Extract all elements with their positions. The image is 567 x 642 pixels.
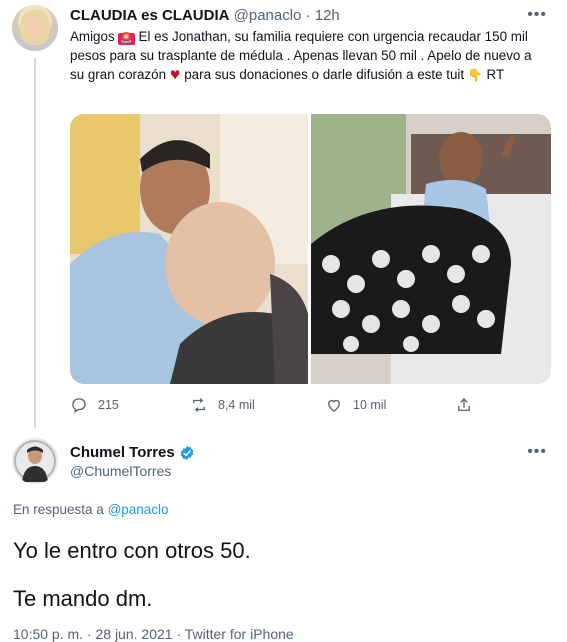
- photo-boy-in-hospital-bed-image: [311, 114, 551, 384]
- separator-dot: ·: [305, 7, 311, 24]
- retweet-count: 8,4 mil: [218, 398, 255, 412]
- reply-icon: [72, 398, 86, 414]
- photo-man-and-boy-image: [70, 114, 308, 384]
- avatar-face: [27, 17, 43, 37]
- reply-text-line-2: Te mando dm.: [13, 586, 153, 611]
- tweet-reply[interactable]: Chumel Torres @ChumelTorres ••• En respu…: [0, 428, 567, 642]
- claudia-avatar[interactable]: [12, 5, 58, 51]
- reply-button[interactable]: 215: [70, 396, 119, 414]
- reply-timestamp-source[interactable]: 10:50 p. m. · 28 jun. 2021 · Twitter for…: [13, 626, 294, 642]
- reply-author-name[interactable]: Chumel Torres: [70, 444, 175, 461]
- chumel-avatar[interactable]: [12, 438, 58, 484]
- retweet-icon: [193, 398, 205, 412]
- thread-connector-line: [34, 58, 36, 428]
- author-handle[interactable]: @panaclo: [234, 7, 302, 24]
- share-button[interactable]: [455, 396, 473, 414]
- siren-emoji-icon: 🚨: [118, 33, 135, 45]
- reply-author-name-row[interactable]: Chumel Torres: [70, 444, 195, 461]
- reply-author-handle[interactable]: @ChumelTorres: [70, 463, 171, 479]
- tweet-time[interactable]: 12h: [315, 7, 340, 24]
- tweet-text-part: RT: [482, 67, 505, 82]
- heart-emoji-icon: ♥: [169, 68, 181, 82]
- retweet-button[interactable]: 8,4 mil: [190, 396, 255, 414]
- more-icon[interactable]: •••: [527, 443, 547, 461]
- tweet-original[interactable]: CLAUDIA es CLAUDIA @panaclo · 12h ••• Am…: [0, 0, 567, 428]
- more-icon[interactable]: •••: [527, 6, 547, 24]
- share-icon: [458, 398, 470, 411]
- tweet-text-part: Amigos: [70, 29, 119, 44]
- tweet-header: CLAUDIA es CLAUDIA @panaclo · 12h: [70, 7, 340, 25]
- chumel-avatar-image: [12, 438, 58, 484]
- photo-man-and-boy[interactable]: [70, 114, 308, 384]
- reply-context-handle-link[interactable]: @panaclo: [108, 502, 169, 517]
- pointing-down-emoji-icon: 👇: [467, 68, 483, 82]
- like-button[interactable]: 10 mil: [325, 396, 386, 414]
- reply-context: En respuesta a @panaclo: [13, 502, 169, 517]
- photo-boy-in-hospital-bed[interactable]: [311, 114, 551, 384]
- verified-badge-icon: [180, 445, 194, 460]
- reply-count: 215: [98, 398, 119, 412]
- tweet-text-part: para sus donaciones o darle difusión a e…: [180, 67, 468, 82]
- author-name[interactable]: CLAUDIA es CLAUDIA: [70, 7, 229, 24]
- like-count: 10 mil: [353, 398, 387, 412]
- tweet-actions: 215 8,4 mil 10 mil: [70, 396, 490, 418]
- tweet-media[interactable]: [70, 114, 551, 384]
- tweet-text: Amigos 🚨 El es Jonathan, su familia requ…: [70, 27, 535, 85]
- reply-text-line-1: Yo le entro con otros 50.: [13, 538, 251, 563]
- reply-context-prefix: En respuesta a: [13, 502, 108, 517]
- like-icon: [328, 399, 340, 412]
